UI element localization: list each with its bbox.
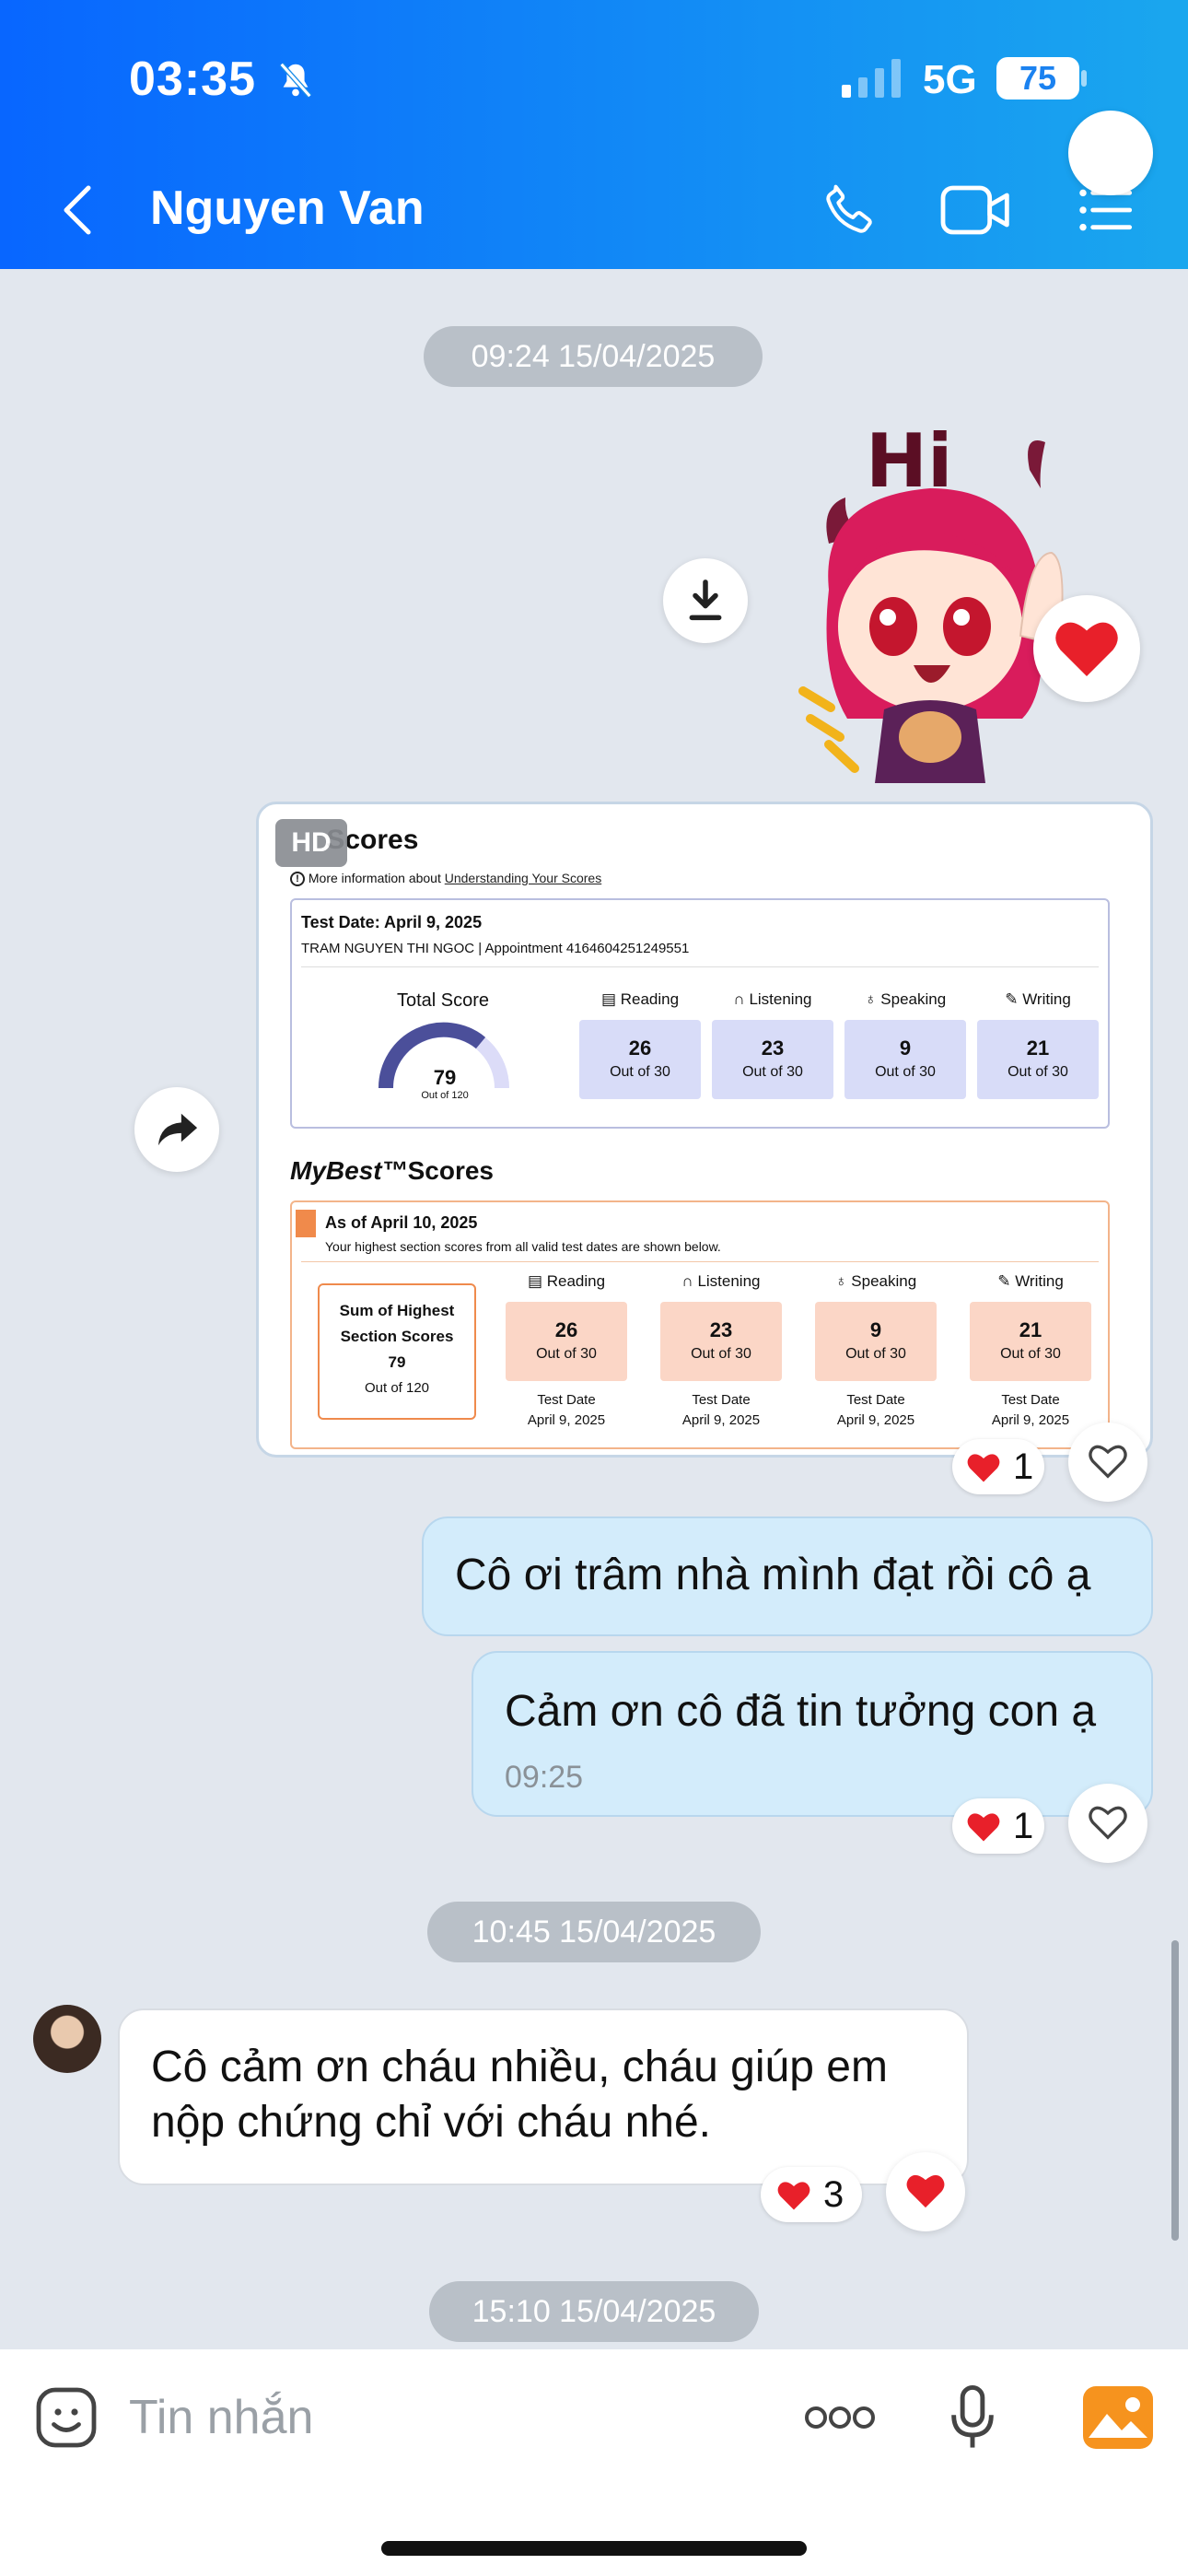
total-score-label: Total Score: [397, 990, 490, 1011]
mybest-head-reading: ▤ Reading: [527, 1272, 606, 1290]
hd-badge: HD: [275, 819, 347, 867]
message-text: Cô ơi trâm nhà mình đạt rồi cô ạ: [455, 1551, 1091, 1599]
score-report-image[interactable]: HDScores HD ! More information about Und…: [256, 802, 1153, 1458]
react-button[interactable]: [1068, 1423, 1147, 1502]
heart-icon: [967, 1454, 1000, 1482]
signal-icon: [842, 59, 901, 98]
network-type: 5G: [923, 57, 977, 102]
mybest-date-writing: Test Date April 9, 2025: [991, 1392, 1070, 1428]
mybest-date-listening: Test Date April 9, 2025: [681, 1392, 761, 1428]
section-head-speaking: ♁ Speaking: [864, 990, 947, 1008]
scrollbar[interactable]: [1171, 1940, 1179, 2241]
sum-highest-box: Sum of Highest Section Scores 79 Out of …: [318, 1283, 476, 1420]
heart-icon: [967, 1813, 1000, 1842]
mybest-head-speaking: ♁ Speaking: [834, 1272, 917, 1290]
status-time: 03:35: [129, 53, 256, 106]
section-head-listening: ∩ Listening: [733, 990, 812, 1008]
info-link: Understanding Your Scores: [444, 871, 602, 885]
mybest-score-speaking: 9 Out of 30: [815, 1302, 937, 1381]
section-score-listening: 23 Out of 30: [712, 1020, 833, 1099]
section-score-speaking: 9 Out of 30: [844, 1020, 966, 1099]
bell-muted-icon: [279, 62, 312, 99]
mybest-as-of: As of April 10, 2025: [325, 1213, 478, 1232]
battery-indicator: 75: [996, 57, 1079, 100]
section-score-reading: 26 Out of 30: [579, 1020, 701, 1099]
gallery-icon[interactable]: [1083, 2386, 1153, 2449]
phone-call-icon[interactable]: [820, 181, 879, 240]
mybest-box: As of April 10, 2025 Your highest sectio…: [290, 1200, 1110, 1449]
video-call-icon[interactable]: [939, 181, 1013, 240]
mybest-date-speaking: Test Date April 9, 2025: [836, 1392, 915, 1428]
mybest-score-reading: 26 Out of 30: [506, 1302, 627, 1381]
chat-header: 03:35 5G 75 Nguyen Van: [0, 0, 1188, 269]
total-score-out-of: Out of 120: [421, 1090, 469, 1101]
image-reaction-count[interactable]: 1: [952, 1439, 1044, 1494]
message-reaction-count[interactable]: 3: [761, 2167, 862, 2222]
heart-icon: [1055, 622, 1118, 676]
mybest-head-listening: ∩ Listening: [681, 1272, 761, 1290]
outgoing-message[interactable]: Cô ơi trâm nhà mình đạt rồi cô ạ: [422, 1516, 1153, 1636]
section-head-reading: ▤ Reading: [600, 990, 680, 1008]
back-icon[interactable]: [55, 181, 99, 240]
microphone-icon[interactable]: [947, 2383, 998, 2453]
forward-icon: [157, 1113, 198, 1146]
battery-tip: [1081, 70, 1087, 87]
timestamp-pill: 09:24 15/04/2025: [424, 326, 763, 387]
prev-reaction-button[interactable]: [1068, 111, 1153, 195]
divider: [301, 966, 1099, 967]
sticker-heart-reaction[interactable]: [1033, 595, 1140, 702]
section-head-writing: ✎ Writing: [1005, 990, 1071, 1008]
divider: [301, 1261, 1099, 1262]
more-options-icon[interactable]: [803, 2399, 877, 2436]
candidate-line: TRAM NGUYEN THI NGOC | Appointment 41646…: [301, 941, 690, 956]
react-button[interactable]: [886, 2152, 965, 2231]
timestamp-pill: 10:45 15/04/2025: [427, 1902, 761, 1962]
total-score-value: 79: [433, 1066, 457, 1089]
star-ribbon-icon: [296, 1210, 316, 1237]
test-date: Test Date: April 9, 2025: [301, 913, 483, 931]
image-icon: [1089, 2397, 1147, 2438]
heart-icon: [906, 2174, 945, 2208]
timestamp-pill: 15:10 15/04/2025: [429, 2281, 759, 2342]
contact-name[interactable]: Nguyen Van: [150, 181, 425, 236]
test-score-box: Test Date: April 9, 2025 TRAM NGUYEN THI…: [290, 898, 1110, 1129]
avatar[interactable]: [33, 2005, 101, 2073]
message-time: 09:25: [505, 1760, 584, 1795]
hi-sticker[interactable]: Hi: [792, 415, 1160, 783]
incoming-message[interactable]: Cô cảm ơn cháu nhiều, cháu giúp em nộp ch…: [118, 2008, 969, 2185]
mybest-title: MyBest™Scores: [290, 1156, 494, 1185]
heart-outline-icon: [1089, 1445, 1127, 1479]
download-button[interactable]: [663, 558, 748, 643]
mybest-head-writing: ✎ Writing: [997, 1272, 1064, 1290]
message-text: Cảm ơn cô đã tin tưởng con ạ: [505, 1687, 1097, 1736]
message-input[interactable]: Tin nhắn: [129, 2390, 313, 2445]
mybest-date-reading: Test Date April 9, 2025: [527, 1392, 606, 1428]
mybest-score-writing: 21 Out of 30: [970, 1302, 1091, 1381]
forward-button[interactable]: [134, 1087, 219, 1172]
heart-outline-icon: [1089, 1806, 1127, 1840]
outgoing-message[interactable]: Cảm ơn cô đã tin tưởng con ạ 09:25: [472, 1651, 1153, 1817]
info-line: ! More information about Understanding Y…: [290, 871, 602, 887]
react-button[interactable]: [1068, 1784, 1147, 1863]
mybest-score-listening: 23 Out of 30: [660, 1302, 782, 1381]
section-score-writing: 21 Out of 30: [977, 1020, 1099, 1099]
message-text: Cô cảm ơn cháu nhiều, cháu giúp em nộp ch…: [151, 2043, 888, 2147]
sticker-emoji-icon[interactable]: [33, 2384, 99, 2451]
svg-text:Hi: Hi: [866, 418, 952, 504]
download-icon: [689, 580, 722, 621]
mybest-description: Your highest section scores from all val…: [325, 1239, 721, 1254]
heart-icon: [777, 2182, 810, 2210]
message-reaction-count[interactable]: 1: [952, 1798, 1044, 1854]
info-icon: !: [290, 872, 305, 887]
home-indicator: [381, 2541, 807, 2556]
